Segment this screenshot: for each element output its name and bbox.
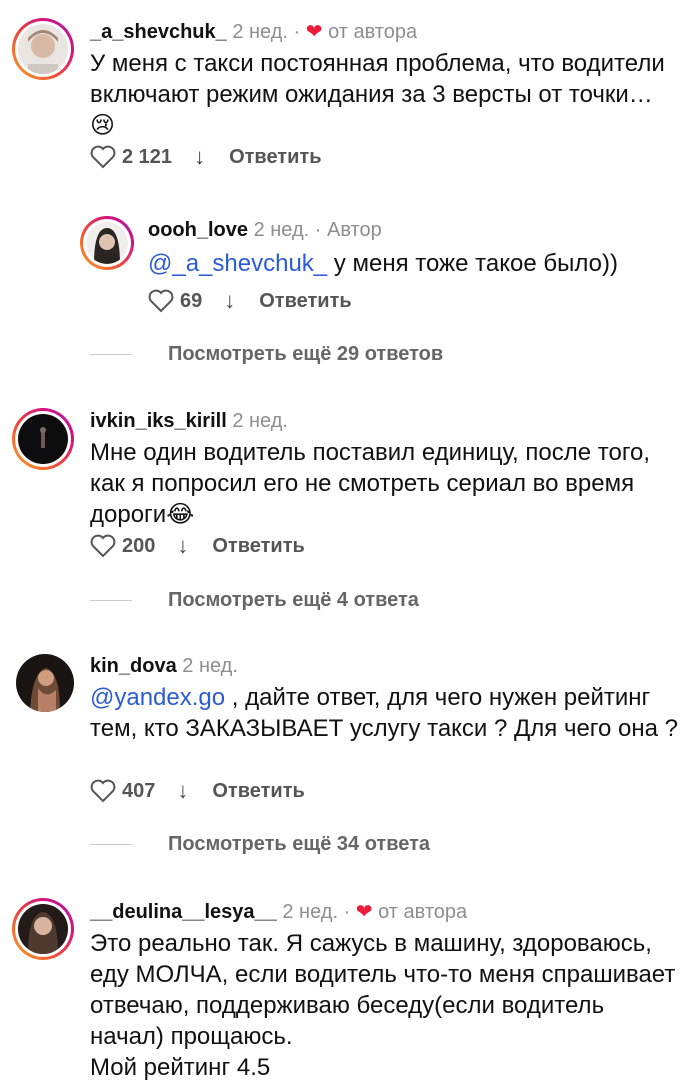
view-more-replies[interactable]: Посмотреть ещё 34 ответа <box>90 832 430 856</box>
username[interactable]: _a_shevchuk_ <box>90 21 227 43</box>
view-more-replies-label: Посмотреть ещё 29 ответов <box>168 343 444 365</box>
liked-by-author: от автора <box>378 901 468 923</box>
mention-link[interactable]: @yandex.go <box>90 684 225 711</box>
liked-by-author: от автора <box>328 21 418 43</box>
username[interactable]: __deulina__lesya__ <box>90 901 277 923</box>
timestamp: 2 нед. · <box>282 901 351 923</box>
timestamp: 2 нед. <box>182 655 238 677</box>
arrow-down-icon[interactable]: ↓ <box>224 288 235 314</box>
timestamp: 2 нед. <box>232 410 288 432</box>
heart-outline-icon[interactable] <box>90 145 116 169</box>
like-count: 200 <box>122 535 156 557</box>
heart-icon: ❤ <box>305 21 323 43</box>
avatar[interactable] <box>14 652 76 714</box>
comment-text: Это реально так. Я сажусь в машину, здор… <box>90 930 676 1050</box>
reply-button[interactable]: Ответить <box>212 778 304 804</box>
divider <box>90 353 132 355</box>
reply-button[interactable]: Ответить <box>212 533 304 559</box>
arrow-down-icon[interactable]: ↓ <box>177 533 188 559</box>
view-more-replies-label: Посмотреть ещё 4 ответа <box>168 589 419 611</box>
mention-link[interactable]: @_a_shevchuk_ <box>148 250 327 277</box>
comment-text: у меня тоже такое было)) <box>327 250 618 277</box>
avatar[interactable] <box>12 18 74 80</box>
heart-outline-icon[interactable] <box>148 289 174 313</box>
heart-outline-icon[interactable] <box>90 534 116 558</box>
avatar[interactable] <box>80 216 134 270</box>
view-more-replies[interactable]: Посмотреть ещё 4 ответа <box>90 588 419 612</box>
like-count: 2 121 <box>122 146 173 168</box>
view-more-replies[interactable]: Посмотреть ещё 29 ответов <box>90 342 443 366</box>
username[interactable]: oooh_love <box>148 219 248 241</box>
heart-outline-icon[interactable] <box>90 779 116 803</box>
emoji: 😂 <box>166 501 195 528</box>
timestamp: 2 нед. · Автор <box>253 219 382 241</box>
heart-icon: ❤ <box>355 901 373 923</box>
username[interactable]: ivkin_iks_kirill <box>90 410 227 432</box>
comment-text: У меня с такси постоянная проблема, что … <box>90 50 665 108</box>
like-count: 407 <box>122 780 156 802</box>
avatar[interactable] <box>12 408 74 470</box>
reply-button[interactable]: Ответить <box>259 288 351 314</box>
arrow-down-icon[interactable]: ↓ <box>194 144 205 170</box>
like-count: 69 <box>180 290 203 312</box>
divider <box>90 843 132 845</box>
reply-button[interactable]: Ответить <box>229 144 321 170</box>
comment-text-extra: Мой рейтинг 4.5 <box>90 1054 271 1081</box>
view-more-replies-label: Посмотреть ещё 34 ответа <box>168 833 431 855</box>
emoji: 😢 <box>90 112 116 139</box>
username[interactable]: kin_dova <box>90 655 177 677</box>
avatar[interactable] <box>12 898 74 960</box>
arrow-down-icon[interactable]: ↓ <box>177 778 188 804</box>
timestamp: 2 нед. · <box>232 21 301 43</box>
divider <box>90 599 132 601</box>
